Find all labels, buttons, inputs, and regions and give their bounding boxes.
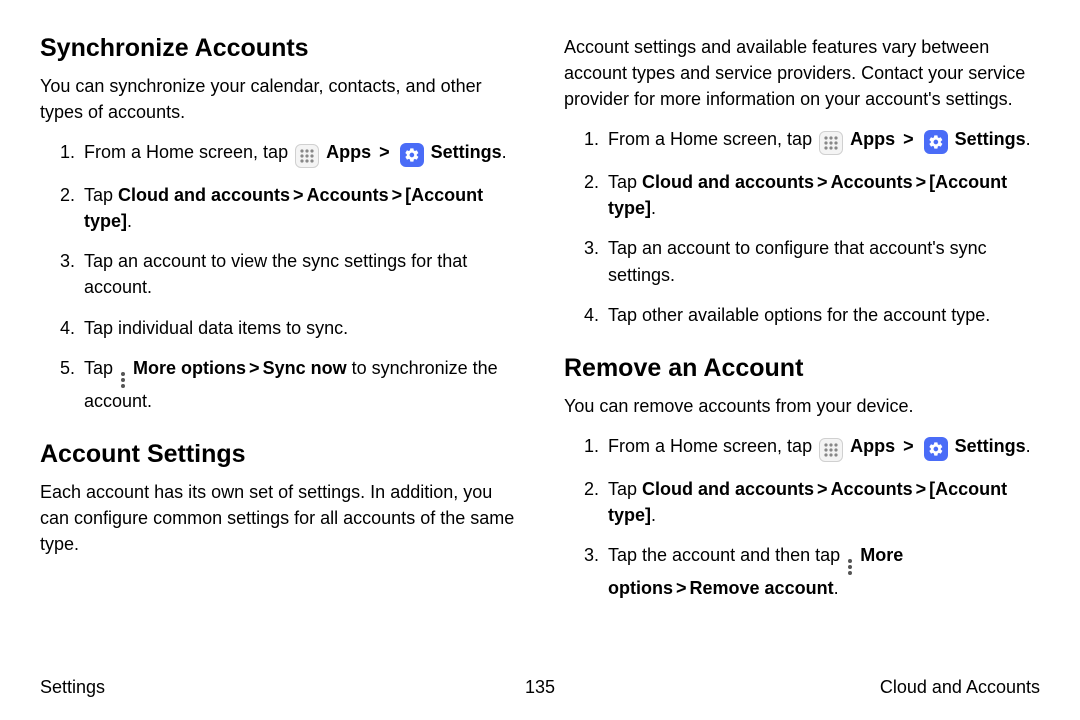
apps-icon bbox=[819, 131, 843, 155]
right-column: Account settings and available features … bbox=[564, 34, 1040, 615]
chevron-icon: > bbox=[392, 185, 403, 205]
period: . bbox=[651, 198, 656, 218]
nav-path-segment: Accounts bbox=[831, 172, 913, 192]
chevron-icon: > bbox=[249, 358, 260, 378]
acct-step-2: Tap Cloud and accounts>Accounts>[Account… bbox=[604, 169, 1040, 221]
chevron-icon: > bbox=[676, 578, 687, 598]
nav-path-segment: Cloud and accounts bbox=[118, 185, 290, 205]
period: . bbox=[127, 211, 132, 231]
page-footer: Settings 135 Cloud and Accounts bbox=[40, 677, 1040, 698]
acct-step-3: Tap an account to configure that account… bbox=[604, 235, 1040, 287]
step-text: Tap bbox=[608, 479, 642, 499]
more-options-icon bbox=[121, 372, 125, 388]
step-text: Tap the account and then tap bbox=[608, 545, 845, 565]
acct-step-1: From a Home screen, tap Apps > Settings. bbox=[604, 126, 1040, 155]
apps-label: Apps bbox=[850, 436, 895, 456]
period: . bbox=[1026, 436, 1031, 456]
sync-intro-paragraph: You can synchronize your calendar, conta… bbox=[40, 73, 516, 125]
settings-icon bbox=[924, 130, 948, 154]
chevron-icon: > bbox=[903, 436, 914, 456]
settings-label: Settings bbox=[431, 142, 502, 162]
step-text: From a Home screen, tap bbox=[608, 436, 817, 456]
more-options-label: More options bbox=[133, 358, 246, 378]
chevron-icon: > bbox=[817, 479, 828, 499]
chevron-icon: > bbox=[379, 142, 390, 162]
settings-icon bbox=[400, 143, 424, 167]
apps-label: Apps bbox=[850, 129, 895, 149]
account-settings-continued-paragraph: Account settings and available features … bbox=[564, 34, 1040, 112]
period: . bbox=[1026, 129, 1031, 149]
acct-step-4: Tap other available options for the acco… bbox=[604, 302, 1040, 328]
chevron-icon: > bbox=[916, 172, 927, 192]
nav-path-segment: Accounts bbox=[307, 185, 389, 205]
footer-left: Settings bbox=[40, 677, 105, 698]
chevron-icon: > bbox=[916, 479, 927, 499]
footer-page-number: 135 bbox=[525, 677, 555, 698]
apps-icon bbox=[819, 438, 843, 462]
remove-account-intro-paragraph: You can remove accounts from your device… bbox=[564, 393, 1040, 419]
sync-now-label: Sync now bbox=[263, 358, 347, 378]
chevron-icon: > bbox=[817, 172, 828, 192]
left-column: Synchronize Accounts You can synchronize… bbox=[40, 34, 516, 615]
step-text: From a Home screen, tap bbox=[608, 129, 817, 149]
remove-account-steps-list: From a Home screen, tap Apps > Settings.… bbox=[564, 433, 1040, 601]
nav-path-segment: Accounts bbox=[831, 479, 913, 499]
period: . bbox=[834, 578, 839, 598]
chevron-icon: > bbox=[903, 129, 914, 149]
apps-icon bbox=[295, 144, 319, 168]
footer-right: Cloud and Accounts bbox=[880, 677, 1040, 698]
sync-steps-list: From a Home screen, tap Apps > Settings.… bbox=[40, 139, 516, 414]
settings-icon bbox=[924, 437, 948, 461]
step-text: Tap bbox=[84, 185, 118, 205]
nav-path-segment: Cloud and accounts bbox=[642, 172, 814, 192]
sync-step-3: Tap an account to view the sync settings… bbox=[80, 248, 516, 300]
account-settings-intro-paragraph: Each account has its own set of settings… bbox=[40, 479, 516, 557]
period: . bbox=[651, 505, 656, 525]
heading-remove-account: Remove an Account bbox=[564, 354, 1040, 383]
more-options-icon bbox=[848, 559, 852, 575]
period: . bbox=[502, 142, 507, 162]
remove-step-1: From a Home screen, tap Apps > Settings. bbox=[604, 433, 1040, 462]
apps-label: Apps bbox=[326, 142, 371, 162]
two-column-layout: Synchronize Accounts You can synchronize… bbox=[40, 34, 1040, 615]
settings-label: Settings bbox=[955, 436, 1026, 456]
sync-step-2: Tap Cloud and accounts>Accounts>[Account… bbox=[80, 182, 516, 234]
heading-account-settings: Account Settings bbox=[40, 440, 516, 469]
sync-step-5: Tap More options>Sync now to synchronize… bbox=[80, 355, 516, 414]
step-text: From a Home screen, tap bbox=[84, 142, 293, 162]
settings-label: Settings bbox=[955, 129, 1026, 149]
step-text: Tap bbox=[608, 172, 642, 192]
nav-path-segment: Cloud and accounts bbox=[642, 479, 814, 499]
remove-step-3: Tap the account and then tap More option… bbox=[604, 542, 1040, 601]
step-text: Tap bbox=[84, 358, 118, 378]
remove-step-2: Tap Cloud and accounts>Accounts>[Account… bbox=[604, 476, 1040, 528]
chevron-icon: > bbox=[293, 185, 304, 205]
sync-step-1: From a Home screen, tap Apps > Settings. bbox=[80, 139, 516, 168]
heading-synchronize-accounts: Synchronize Accounts bbox=[40, 34, 516, 63]
remove-account-label: Remove account bbox=[690, 578, 834, 598]
account-settings-steps-list: From a Home screen, tap Apps > Settings.… bbox=[564, 126, 1040, 327]
sync-step-4: Tap individual data items to sync. bbox=[80, 315, 516, 341]
